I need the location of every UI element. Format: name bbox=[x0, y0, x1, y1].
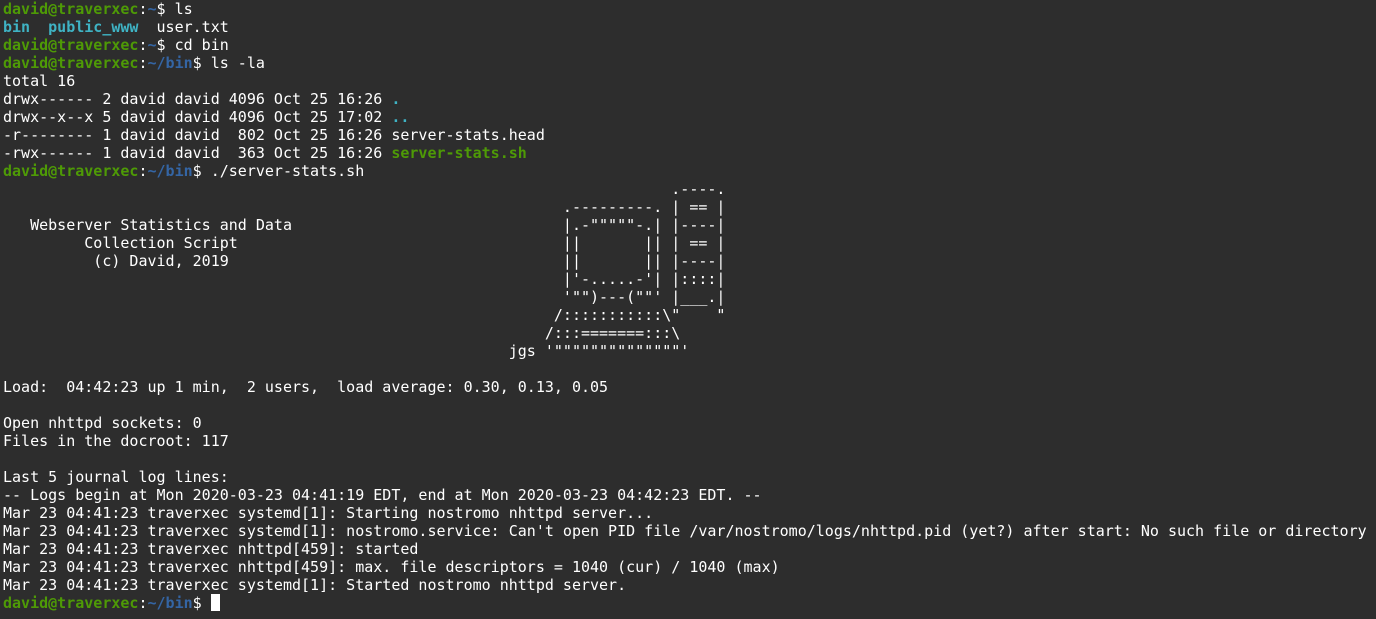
journal-line: Mar 23 04:41:23 traverxec nhttpd[459]: m… bbox=[3, 558, 780, 576]
ls-total-line: total 16 bbox=[3, 72, 76, 90]
ls-row: -rwx------ 1 david david 363 Oct 25 16:2… bbox=[3, 144, 1376, 162]
ls-row: -r-------- 1 david david 802 Oct 25 16:2… bbox=[3, 126, 1376, 144]
command-text: ls -la bbox=[210, 54, 265, 72]
prompt-line: david@traverxec:~$ cd bin bbox=[3, 36, 1376, 54]
banner-line: Collection Script || || | == | bbox=[3, 234, 726, 252]
prompt-symbol: $ bbox=[192, 54, 211, 72]
journal-line: Mar 23 04:41:23 traverxec systemd[1]: no… bbox=[3, 522, 1367, 540]
ls-row: drwx------ 2 david david 4096 Oct 25 16:… bbox=[3, 90, 1376, 108]
prompt-path: ~/bin bbox=[147, 162, 193, 180]
prompt-path: ~/bin bbox=[147, 594, 193, 612]
prompt-colon: : bbox=[138, 0, 148, 18]
banner-line: /:::=======:::\ bbox=[3, 324, 681, 342]
prompt-line: david@traverxec:~/bin$ ./server-stats.sh bbox=[3, 162, 1376, 180]
journal-line: Mar 23 04:41:23 traverxec nhttpd[459]: s… bbox=[3, 540, 419, 558]
prompt-userhost: david@traverxec bbox=[3, 36, 139, 54]
banner-line: /:::::::::::\" " bbox=[3, 306, 726, 324]
prompt-line: david@traverxec:~/bin$ bbox=[3, 594, 1376, 612]
banner-line: '"")---(""' |___.| bbox=[3, 288, 726, 306]
docroot-files-line: Files in the docroot: 117 bbox=[3, 432, 229, 450]
command-text: ./server-stats.sh bbox=[210, 162, 365, 180]
prompt-colon: : bbox=[138, 162, 148, 180]
prompt-colon: : bbox=[138, 54, 148, 72]
prompt-userhost: david@traverxec bbox=[3, 54, 139, 72]
prompt-line: david@traverxec:~/bin$ ls -la bbox=[3, 54, 1376, 72]
dir-public-www: public_www bbox=[48, 18, 139, 36]
prompt-symbol: $ bbox=[156, 0, 175, 18]
terminal-window[interactable]: david@traverxec:~$ ls bin public_www use… bbox=[0, 0, 1376, 619]
banner-line: |'-.....-'| |::::| bbox=[3, 270, 726, 288]
ls-row-name: . bbox=[391, 90, 401, 108]
banner-line: (c) David, 2019 || || |----| bbox=[3, 252, 726, 270]
file-user-txt: user.txt bbox=[156, 18, 229, 36]
prompt-colon: : bbox=[138, 594, 148, 612]
prompt-path: ~ bbox=[147, 0, 157, 18]
dir-bin: bin bbox=[3, 18, 31, 36]
prompt-symbol: $ bbox=[156, 36, 175, 54]
journal-line: Mar 23 04:41:23 traverxec systemd[1]: St… bbox=[3, 504, 654, 522]
prompt-colon: : bbox=[138, 36, 148, 54]
prompt-userhost: david@traverxec bbox=[3, 594, 139, 612]
ls-row-meta: drwx------ 2 david david 4096 Oct 25 16:… bbox=[3, 90, 392, 108]
sockets-line: Open nhttpd sockets: 0 bbox=[3, 414, 202, 432]
ls-row-meta: drwx--x--x 5 david david 4096 Oct 25 17:… bbox=[3, 108, 392, 126]
text-cursor[interactable] bbox=[210, 594, 220, 611]
journal-line: -- Logs begin at Mon 2020-03-23 04:41:19… bbox=[3, 486, 762, 504]
banner-line: .----. bbox=[3, 180, 726, 198]
command-text: cd bin bbox=[174, 36, 229, 54]
prompt-path: ~/bin bbox=[147, 54, 193, 72]
journal-header: Last 5 journal log lines: bbox=[3, 468, 229, 486]
ls-row-name: .. bbox=[391, 108, 410, 126]
ls-row-name: server-stats.sh bbox=[391, 144, 527, 162]
journal-line: Mar 23 04:41:23 traverxec systemd[1]: St… bbox=[3, 576, 627, 594]
ls-row-meta: -r-------- 1 david david 802 Oct 25 16:2… bbox=[3, 126, 392, 144]
command-text: ls bbox=[174, 0, 193, 18]
ls-row-meta: -rwx------ 1 david david 363 Oct 25 16:2… bbox=[3, 144, 392, 162]
prompt-line: david@traverxec:~$ ls bbox=[3, 0, 1376, 18]
banner-line: .---------. | == | bbox=[3, 198, 726, 216]
load-line: Load: 04:42:23 up 1 min, 2 users, load a… bbox=[3, 378, 609, 396]
ls-row: drwx--x--x 5 david david 4096 Oct 25 17:… bbox=[3, 108, 1376, 126]
ls-row-name: server-stats.head bbox=[391, 126, 545, 144]
ls-output-line: bin public_www user.txt bbox=[3, 18, 1376, 36]
prompt-userhost: david@traverxec bbox=[3, 162, 139, 180]
banner-line: Webserver Statistics and Data |.-"""""-.… bbox=[3, 216, 726, 234]
prompt-symbol: $ bbox=[192, 594, 211, 612]
prompt-userhost: david@traverxec bbox=[3, 0, 139, 18]
prompt-symbol: $ bbox=[192, 162, 211, 180]
banner-line: jgs '""""""""""""""' bbox=[3, 342, 690, 360]
prompt-path: ~ bbox=[147, 36, 157, 54]
